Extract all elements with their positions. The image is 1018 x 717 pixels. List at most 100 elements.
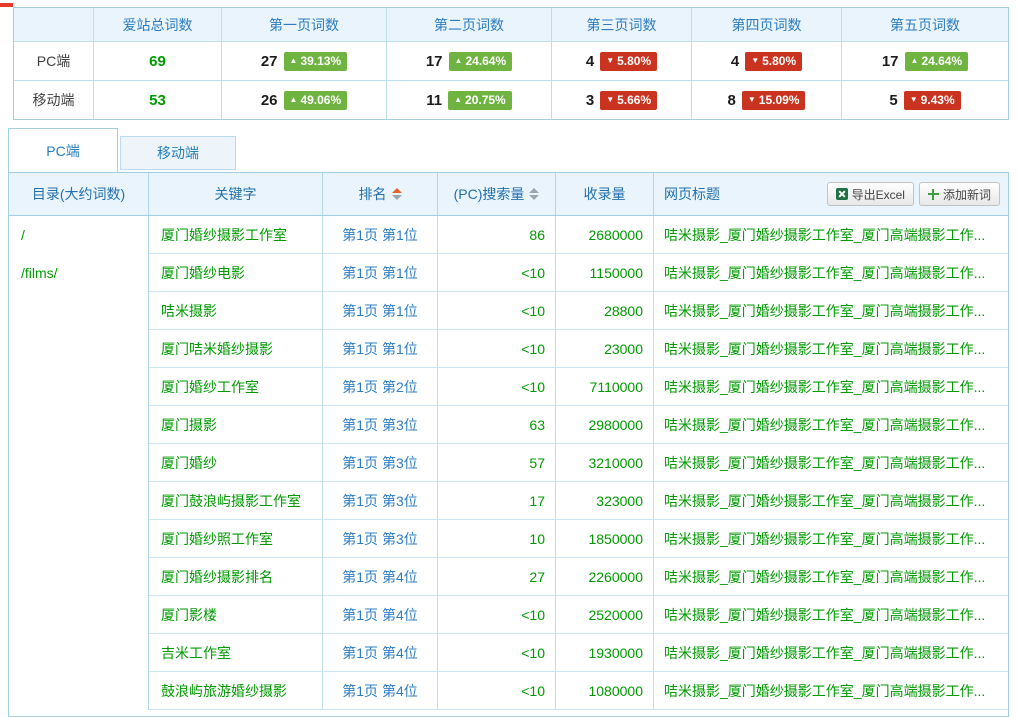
change-percent: 39.13%: [300, 54, 341, 69]
table-row: 厦门婚纱照工作室 第1页 第3位 10 1850000 咭米摄影_厦门婚纱摄影工…: [149, 520, 1008, 558]
page-count: 17: [882, 53, 899, 70]
page-title-link[interactable]: 咭米摄影_厦门婚纱摄影工作室_厦门高端摄影工作...: [654, 254, 1008, 291]
page-title-link[interactable]: 咭米摄影_厦门婚纱摄影工作室_厦门高端摄影工作...: [654, 520, 1008, 557]
rank-link[interactable]: 第1页 第4位: [323, 634, 438, 671]
keyword-link[interactable]: 鼓浪屿旅游婚纱摄影: [149, 672, 323, 709]
table-row: 厦门咭米婚纱摄影 第1页 第1位 <10 23000 咭米摄影_厦门婚纱摄影工作…: [149, 330, 1008, 368]
page-title-link[interactable]: 咭米摄影_厦门婚纱摄影工作室_厦门高端摄影工作...: [654, 672, 1008, 709]
page-title-link[interactable]: 咭米摄影_厦门婚纱摄影工作室_厦门高端摄影工作...: [654, 482, 1008, 519]
search-volume-sort-icon[interactable]: [529, 188, 539, 200]
summary-total-cell: 53: [93, 81, 221, 119]
keyword-link[interactable]: 厦门影楼: [149, 596, 323, 633]
page-count: 4: [586, 53, 594, 70]
rank-link[interactable]: 第1页 第4位: [323, 672, 438, 709]
search-volume-value: <10: [438, 254, 556, 291]
index-count-value: 2680000: [556, 216, 654, 253]
keyword-link[interactable]: 厦门婚纱摄影排名: [149, 558, 323, 595]
keyword-link[interactable]: 厦门鼓浪屿摄影工作室: [149, 482, 323, 519]
change-percent: 24.64%: [921, 54, 962, 69]
page-title-link[interactable]: 咭米摄影_厦门婚纱摄影工作室_厦门高端摄影工作...: [654, 368, 1008, 405]
search-volume-value: <10: [438, 368, 556, 405]
rank-link[interactable]: 第1页 第4位: [323, 558, 438, 595]
rank-link[interactable]: 第1页 第1位: [323, 330, 438, 367]
export-excel-label: 导出Excel: [852, 186, 905, 203]
search-volume-value: <10: [438, 292, 556, 329]
keyword-link[interactable]: 厦门婚纱摄影工作室: [149, 216, 323, 253]
search-volume-value: <10: [438, 672, 556, 709]
page-count: 8: [728, 92, 736, 109]
total-count: 53: [149, 92, 166, 109]
index-count-value: 23000: [556, 330, 654, 367]
rank-link[interactable]: 第1页 第3位: [323, 520, 438, 557]
tab-bar: PC端 移动端: [8, 128, 1009, 172]
tab-mobile[interactable]: 移动端: [120, 136, 236, 170]
page-count: 3: [586, 92, 594, 109]
search-volume-value: <10: [438, 634, 556, 671]
change-badge: ▲39.13%: [284, 52, 348, 71]
arrow-up-icon: ▲: [454, 96, 462, 104]
rank-link[interactable]: 第1页 第4位: [323, 596, 438, 633]
rank-sort-icon[interactable]: [392, 188, 402, 200]
excel-icon: [836, 188, 848, 200]
index-count-value: 1080000: [556, 672, 654, 709]
search-volume-value: <10: [438, 330, 556, 367]
add-keyword-button[interactable]: 添加新词: [919, 182, 1000, 206]
rank-link[interactable]: 第1页 第1位: [323, 292, 438, 329]
table-row: 鼓浪屿旅游婚纱摄影 第1页 第4位 <10 1080000 咭米摄影_厦门婚纱摄…: [149, 672, 1008, 710]
summary-page-cell: 3 ▼5.66%: [551, 81, 691, 119]
rank-link[interactable]: 第1页 第2位: [323, 368, 438, 405]
header-page-title: 网页标题 导出Excel 添加新词: [654, 173, 1008, 215]
index-count-value: 1150000: [556, 254, 654, 291]
keyword-link[interactable]: 厦门摄影: [149, 406, 323, 443]
keyword-link[interactable]: 厦门婚纱工作室: [149, 368, 323, 405]
keyword-link[interactable]: 厦门婚纱电影: [149, 254, 323, 291]
summary-header-row: 爱站总词数 第一页词数 第二页词数 第三页词数 第四页词数 第五页词数: [14, 8, 1008, 41]
header-keyword: 关键字: [149, 173, 323, 215]
arrow-up-icon: ▲: [455, 57, 463, 65]
page-title-link[interactable]: 咭米摄影_厦门婚纱摄影工作室_厦门高端摄影工作...: [654, 634, 1008, 671]
summary-page-cell: 27▲39.13%: [221, 42, 386, 80]
search-volume-value: 27: [438, 558, 556, 595]
rank-link[interactable]: 第1页 第1位: [323, 254, 438, 291]
page-title-link[interactable]: 咭米摄影_厦门婚纱摄影工作室_厦门高端摄影工作...: [654, 596, 1008, 633]
keyword-link[interactable]: 厦门婚纱: [149, 444, 323, 481]
search-volume-value: 57: [438, 444, 556, 481]
keyword-link[interactable]: 厦门咭米婚纱摄影: [149, 330, 323, 367]
table-body: //films/ 厦门婚纱摄影工作室 第1页 第1位 86 2680000 咭米…: [9, 216, 1008, 710]
tab-pc[interactable]: PC端: [8, 128, 118, 172]
change-badge: ▼5.66%: [600, 91, 657, 110]
keyword-link[interactable]: 厦门婚纱照工作室: [149, 520, 323, 557]
export-excel-button[interactable]: 导出Excel: [827, 182, 914, 206]
change-badge: ▲24.64%: [905, 52, 969, 71]
directory-cell: //films/: [9, 216, 149, 710]
keyword-link[interactable]: 吉米工作室: [149, 634, 323, 671]
page-title-link[interactable]: 咭米摄影_厦门婚纱摄影工作室_厦门高端摄影工作...: [654, 558, 1008, 595]
header-search-volume: (PC)搜索量: [438, 173, 556, 215]
summary-header-page4: 第四页词数: [691, 8, 841, 41]
change-badge: ▼5.80%: [600, 52, 657, 71]
page-title-link[interactable]: 咭米摄影_厦门婚纱摄影工作室_厦门高端摄影工作...: [654, 330, 1008, 367]
page-title-link[interactable]: 咭米摄影_厦门婚纱摄影工作室_厦门高端摄影工作...: [654, 216, 1008, 253]
red-indicator: [0, 3, 13, 7]
page-title-link[interactable]: 咭米摄影_厦门婚纱摄影工作室_厦门高端摄影工作...: [654, 406, 1008, 443]
summary-body: PC端6927▲39.13%17▲24.64%4▼5.80%4▼5.80%17▲…: [14, 41, 1008, 119]
page-title-link[interactable]: 咭米摄影_厦门婚纱摄影工作室_厦门高端摄影工作...: [654, 292, 1008, 329]
change-badge: ▼9.43%: [904, 91, 961, 110]
keyword-link[interactable]: 咭米摄影: [149, 292, 323, 329]
rank-link[interactable]: 第1页 第1位: [323, 216, 438, 253]
rank-link[interactable]: 第1页 第3位: [323, 406, 438, 443]
arrow-up-icon: ▲: [290, 57, 298, 65]
rank-link[interactable]: 第1页 第3位: [323, 482, 438, 519]
page-count: 11: [426, 92, 442, 109]
header-page-title-label: 网页标题: [664, 184, 720, 204]
summary-row-label: PC端: [14, 42, 93, 80]
rank-link[interactable]: 第1页 第3位: [323, 444, 438, 481]
directory-link[interactable]: /: [9, 216, 148, 254]
page-title-link[interactable]: 咭米摄影_厦门婚纱摄影工作室_厦门高端摄影工作...: [654, 444, 1008, 481]
change-percent: 15.09%: [759, 93, 800, 108]
summary-page-cell: 26▲49.06%: [221, 81, 386, 119]
arrow-down-icon: ▼: [751, 57, 759, 65]
directory-link[interactable]: /films/: [9, 254, 148, 292]
change-percent: 20.75%: [465, 93, 506, 108]
table-row: 厦门婚纱电影 第1页 第1位 <10 1150000 咭米摄影_厦门婚纱摄影工作…: [149, 254, 1008, 292]
